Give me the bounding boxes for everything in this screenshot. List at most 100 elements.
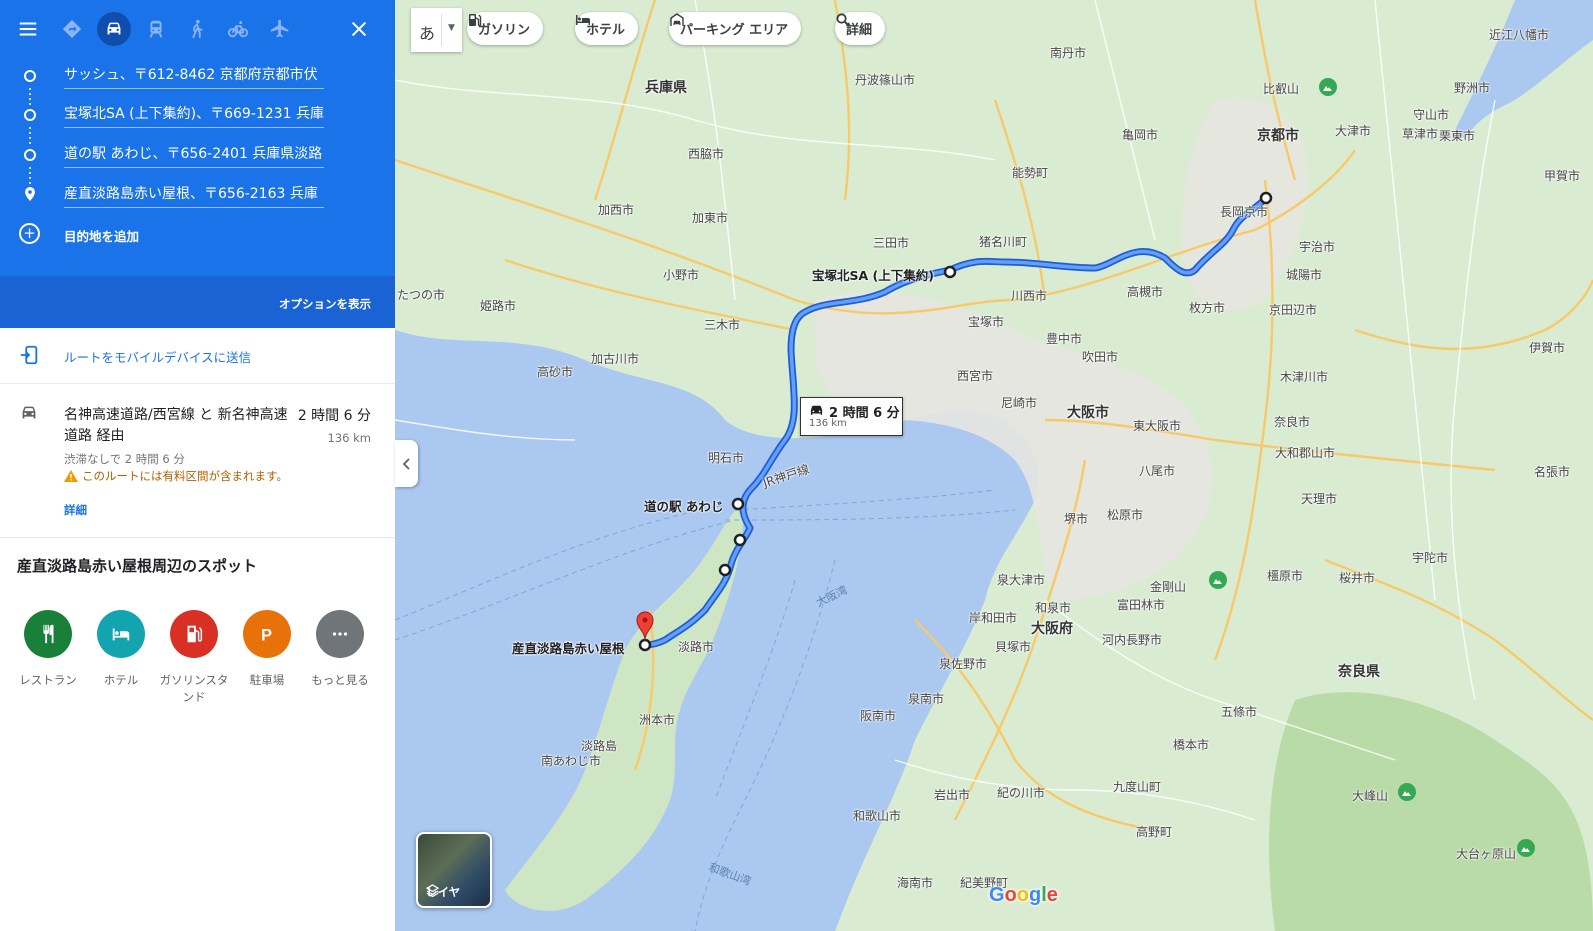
- close-button[interactable]: [342, 12, 376, 46]
- route-duration: 2 時間 6 分: [297, 408, 371, 424]
- send-to-device-icon: [20, 345, 38, 365]
- waypoint-2-input[interactable]: 道の駅 あわじ、〒656-2401 兵庫県淡路: [64, 142, 324, 168]
- mountain-area: [1269, 692, 1593, 931]
- waypoint-1-input[interactable]: 宝塚北SA (上下集約)、〒669-1231 兵庫: [64, 102, 324, 128]
- route-distance: 136 km: [327, 431, 371, 445]
- map-label: 明石市: [708, 451, 745, 465]
- close-icon: [351, 21, 367, 37]
- nearby-restaurants[interactable]: レストラン: [12, 610, 84, 689]
- origin-input[interactable]: サッシュ、〒612-8462 京都府京都市伏: [64, 63, 324, 89]
- map-label: 三田市: [873, 236, 910, 250]
- chip-gas[interactable]: ガソリン: [467, 12, 544, 45]
- map-label: 甲賀市: [1544, 169, 1581, 183]
- map-label: 金剛山: [1150, 580, 1187, 594]
- collapse-panel-button[interactable]: [395, 440, 418, 487]
- mode-flights[interactable]: [263, 12, 297, 46]
- chip-label: ガソリン: [478, 23, 531, 38]
- map-label: 兵庫県: [645, 80, 687, 96]
- nearby-label: レストラン: [19, 673, 77, 687]
- map-label: 大和郡山市: [1275, 446, 1336, 460]
- chip-parking-area[interactable]: パーキング エリア: [669, 12, 802, 45]
- route-traffic-note: 渋滞なしで 2 時間 6 分: [64, 452, 185, 466]
- nearby-label: ガソリンスタンド: [159, 673, 229, 704]
- directions-diamond-icon: [62, 19, 82, 39]
- toll-warning-text: このルートには有料区間が含まれます。: [82, 469, 288, 483]
- map-label: 宇治市: [1299, 240, 1336, 254]
- map-label: 大台ヶ原山: [1456, 847, 1517, 861]
- mode-transit[interactable]: [139, 12, 173, 46]
- nearby-gas-stations[interactable]: ガソリンスタンド: [158, 610, 230, 706]
- map-canvas[interactable]: 兵庫県 京都市 大阪市 大阪府 奈良県 姫路市 加古川市 明石市 JR神戸線 西…: [395, 0, 1593, 931]
- destination-input[interactable]: 産直淡路島赤い屋根、〒656-2163 兵庫: [64, 182, 324, 208]
- map-label: 淡路市: [678, 640, 715, 654]
- callout-distance: 136 km: [809, 418, 847, 429]
- menu-button[interactable]: [11, 12, 45, 46]
- map-label: 大阪市: [1067, 405, 1109, 421]
- map-waypoint-label[interactable]: 宝塚北SA (上下集約): [812, 265, 934, 284]
- route-details-link[interactable]: 詳細: [64, 502, 87, 518]
- mode-cycling[interactable]: [221, 12, 255, 46]
- show-options-button[interactable]: オプションを表示: [279, 296, 371, 312]
- map-label: 高砂市: [537, 365, 574, 379]
- map-label: 近江八幡市: [1489, 28, 1550, 42]
- map-label: 貝塚市: [995, 640, 1032, 654]
- bicycle-icon: [227, 21, 249, 38]
- origin-circle-icon: [22, 68, 38, 84]
- map-label: 阪南市: [860, 709, 897, 723]
- add-destination-button[interactable]: 目的地を追加: [64, 226, 139, 245]
- add-destination-icon[interactable]: +: [19, 223, 40, 244]
- map-label: 南丹市: [1050, 46, 1087, 60]
- map-label: 海南市: [897, 876, 934, 890]
- chevron-down-icon: ▼: [448, 23, 455, 33]
- chip-more[interactable]: 詳細: [835, 12, 886, 45]
- mode-driving[interactable]: [97, 12, 131, 46]
- chip-label: パーキング エリア: [680, 23, 789, 38]
- map-label: 加東市: [692, 211, 729, 225]
- car-icon: [22, 406, 36, 419]
- map-label: 京都市: [1257, 128, 1299, 144]
- map-label: 川西市: [1011, 289, 1048, 303]
- map-label: 富田林市: [1117, 598, 1166, 612]
- map-label: 吹田市: [1082, 350, 1119, 364]
- map-label: 橿原市: [1267, 569, 1304, 583]
- send-to-mobile-row[interactable]: ルートをモバイルデバイスに送信: [0, 328, 395, 384]
- map-label: 丹波篠山市: [855, 73, 916, 87]
- map-label: 西宮市: [957, 369, 994, 383]
- route-name: 名神高速道路/西宮線 と 新名神高速道路 経由: [64, 407, 288, 444]
- map-label: 大阪府: [1031, 621, 1073, 637]
- nearby-hotels[interactable]: ホテル: [85, 610, 157, 689]
- parking-area-icon: [670, 13, 684, 26]
- ime-label: あ: [419, 24, 436, 43]
- map-waypoint-label[interactable]: 産直淡路島赤い屋根: [512, 638, 625, 657]
- nearby-title: 産直淡路島赤い屋根周辺のスポット: [17, 557, 258, 575]
- chip-hotel[interactable]: ホテル: [575, 12, 639, 45]
- map-label: 西脇市: [688, 147, 725, 161]
- route-dots: [29, 167, 31, 187]
- map-label: 奈良県: [1338, 664, 1380, 680]
- map-label: 比叡山: [1263, 82, 1300, 96]
- nearby-more[interactable]: もっと見る: [304, 610, 376, 689]
- waypoint-circle-icon: [22, 147, 38, 163]
- route-option[interactable]: 名神高速道路/西宮線 と 新名神高速道路 経由 2 時間 6 分 136 km …: [0, 385, 395, 538]
- mode-walking[interactable]: [180, 12, 214, 46]
- map-waypoint-label[interactable]: 道の駅 あわじ: [644, 496, 723, 515]
- send-to-mobile-link[interactable]: ルートをモバイルデバイスに送信: [64, 347, 251, 366]
- map-label: 宇陀市: [1412, 551, 1449, 565]
- map-label: 和歌山市: [853, 809, 902, 823]
- map-label: 東大阪市: [1133, 419, 1182, 433]
- map-label: 九度山町: [1113, 780, 1162, 794]
- toll-warning: このルートには有料区間が含まれます。: [64, 468, 288, 484]
- layers-button[interactable]: レイヤ: [416, 832, 492, 908]
- map-label: 桜井市: [1339, 571, 1376, 585]
- ime-toggle[interactable]: あ ▼: [411, 8, 462, 52]
- map-label: 大峰山: [1352, 789, 1389, 803]
- map-label: たつの市: [397, 288, 446, 302]
- map-label: 大津市: [1335, 124, 1372, 138]
- waypoint-circle-icon: [22, 107, 38, 123]
- route-callout[interactable]: 2 時間 6 分 136 km: [800, 397, 903, 436]
- nearby-parking[interactable]: P 駐車場: [231, 610, 303, 689]
- warning-icon: [64, 470, 78, 482]
- map-label: 河内長野市: [1102, 633, 1163, 647]
- mode-best-route[interactable]: [55, 12, 89, 46]
- nearby-label: 駐車場: [249, 673, 285, 687]
